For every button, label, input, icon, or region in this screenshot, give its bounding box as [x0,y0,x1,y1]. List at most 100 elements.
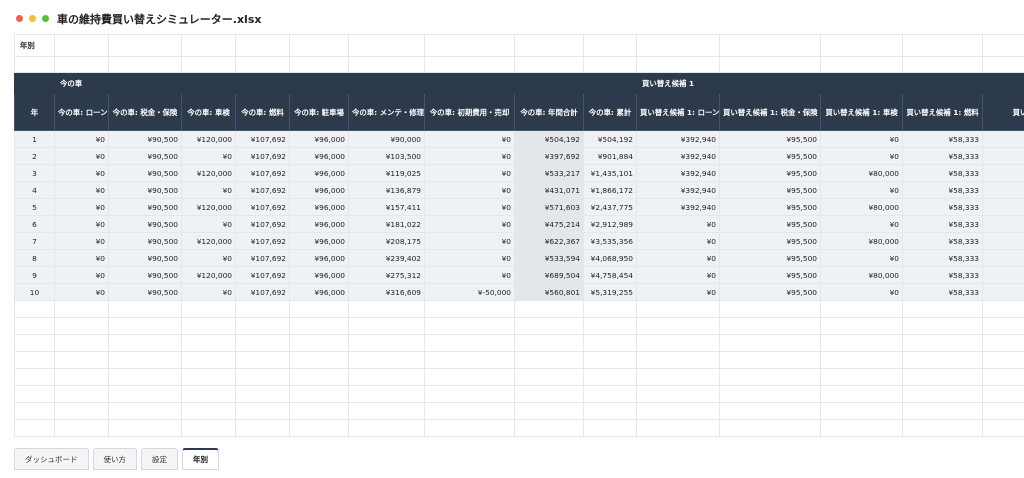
cell[interactable] [820,368,903,386]
data-cell[interactable]: ¥689,504 [514,266,584,284]
cell[interactable] [181,334,236,352]
cell[interactable] [54,317,109,335]
data-cell[interactable]: ¥0 [636,249,720,267]
data-cell[interactable]: ¥533,217 [514,164,584,182]
cell[interactable] [235,351,290,369]
cell[interactable] [235,419,290,437]
data-cell[interactable]: ¥0 [424,130,515,148]
data-cell[interactable]: ¥96,000 [289,164,349,182]
cell[interactable] [289,385,349,403]
cell[interactable] [108,34,182,57]
data-cell[interactable]: ¥239,402 [348,249,425,267]
column-header-8[interactable]: 今の車: 年間合計 [514,93,584,131]
cell[interactable] [235,56,290,73]
data-cell[interactable]: ¥0 [181,181,236,199]
group-header-candidate-1[interactable]: 買い替え候補 1 [636,72,1024,94]
cell[interactable] [348,351,425,369]
data-cell[interactable]: ¥4,758,454 [583,266,637,284]
cell[interactable] [424,300,515,318]
column-header-4[interactable]: 今の車: 燃料 [235,93,290,131]
cell[interactable] [583,300,637,318]
data-cell[interactable]: ¥475,214 [514,215,584,233]
cell[interactable] [54,56,109,73]
data-cell[interactable]: ¥90,500 [108,283,182,301]
cell[interactable] [636,334,720,352]
data-cell[interactable]: ¥0 [181,147,236,165]
spreadsheet-grid[interactable]: 年別 今の車 買い替え候補 1 年今の車: ローン 今の車: 税金・保険 今の車: 車検今… [14,34,1024,440]
column-header-13[interactable]: 買い替え候補 1: 燃料 [902,93,983,131]
data-cell[interactable]: ¥136,879 [348,181,425,199]
cell[interactable] [719,419,821,437]
cell[interactable] [181,402,236,420]
data-cell[interactable]: ¥90,500 [108,164,182,182]
data-cell[interactable]: ¥0 [54,232,109,250]
cell[interactable] [982,368,1024,386]
cell[interactable] [181,300,236,318]
cell[interactable] [181,56,236,73]
data-cell[interactable]: ¥107,692 [235,215,290,233]
data-cell[interactable]: ¥96,000 [289,198,349,216]
data-cell[interactable] [982,283,1024,301]
data-cell[interactable]: ¥96,000 [289,147,349,165]
data-cell[interactable]: ¥90,500 [108,181,182,199]
cell[interactable] [902,351,983,369]
cell[interactable] [636,300,720,318]
cell[interactable] [583,317,637,335]
data-cell[interactable]: ¥107,692 [235,283,290,301]
cell[interactable] [982,300,1024,318]
cell[interactable] [54,385,109,403]
cell[interactable] [583,351,637,369]
data-cell[interactable]: ¥0 [54,147,109,165]
data-cell[interactable]: ¥0 [54,181,109,199]
data-cell[interactable] [982,181,1024,199]
year-cell[interactable]: 4 [14,181,55,199]
cell[interactable] [348,402,425,420]
data-cell[interactable]: ¥120,000 [181,232,236,250]
cell[interactable] [348,334,425,352]
cell[interactable] [902,368,983,386]
year-cell[interactable]: 9 [14,266,55,284]
cell[interactable] [514,351,584,369]
cell[interactable] [583,419,637,437]
cell[interactable] [514,34,584,57]
data-cell[interactable]: ¥95,500 [719,147,821,165]
data-cell[interactable]: ¥96,000 [289,181,349,199]
data-cell[interactable]: ¥90,500 [108,130,182,148]
cell[interactable] [719,56,821,73]
data-cell[interactable]: ¥431,071 [514,181,584,199]
cell[interactable] [820,300,903,318]
cell[interactable] [235,385,290,403]
sheet-tab-1[interactable]: 使い方 [92,448,137,470]
cell[interactable] [235,334,290,352]
column-header-0[interactable]: 年 [14,93,55,131]
data-cell[interactable] [982,232,1024,250]
cell[interactable] [902,385,983,403]
data-cell[interactable]: ¥0 [636,283,720,301]
data-cell[interactable]: ¥622,367 [514,232,584,250]
data-cell[interactable]: ¥181,022 [348,215,425,233]
cell[interactable] [14,385,55,403]
cell[interactable] [108,334,182,352]
cell[interactable] [108,385,182,403]
cell[interactable] [289,317,349,335]
cell[interactable] [235,402,290,420]
data-cell[interactable]: ¥0 [54,198,109,216]
cell[interactable] [583,56,637,73]
data-cell[interactable]: ¥0 [424,215,515,233]
cell[interactable] [348,34,425,57]
cell[interactable] [14,334,55,352]
data-cell[interactable]: ¥95,500 [719,130,821,148]
data-cell[interactable]: ¥80,000 [820,232,903,250]
cell[interactable] [181,34,236,57]
column-header-6[interactable]: 今の車: メンテ・修理 [348,93,425,131]
cell[interactable] [108,368,182,386]
data-cell[interactable]: ¥96,000 [289,215,349,233]
data-cell[interactable]: ¥3,535,356 [583,232,637,250]
cell[interactable] [514,334,584,352]
column-header-9[interactable]: 今の車: 累計 [583,93,637,131]
cell[interactable] [636,419,720,437]
cell[interactable] [348,368,425,386]
data-cell[interactable]: ¥157,411 [348,198,425,216]
data-cell[interactable]: ¥95,500 [719,232,821,250]
data-cell[interactable]: ¥58,333 [902,232,983,250]
